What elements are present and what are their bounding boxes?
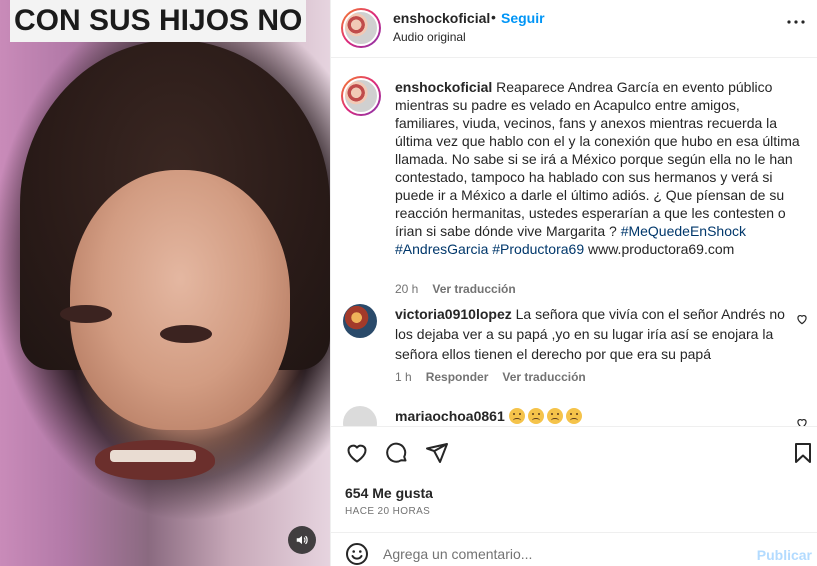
- header-separator: •: [491, 9, 496, 25]
- comments-list[interactable]: enshockoficial Reaparece Andrea García e…: [331, 58, 817, 426]
- media-face: [70, 170, 290, 430]
- sad-face-emoji-icon: [565, 408, 582, 424]
- commenter-avatar[interactable]: [343, 406, 377, 426]
- commenter-avatar[interactable]: [343, 304, 377, 338]
- post-media[interactable]: CON SUS HIJOS NO: [0, 0, 330, 566]
- comment-body: mariaochoa0861: [395, 406, 795, 426]
- audio-label[interactable]: Audio original: [393, 30, 466, 44]
- follow-button[interactable]: Seguir: [501, 10, 545, 26]
- media-teeth: [110, 450, 196, 462]
- comment-composer: Publicar: [331, 532, 817, 566]
- media-eye-left: [60, 305, 112, 323]
- caption-text: Reaparece Andrea García en evento públic…: [395, 79, 800, 239]
- caption-time: 20 h: [395, 282, 419, 296]
- author-username[interactable]: enshockoficial: [393, 10, 490, 26]
- sad-face-emoji-icon: [527, 408, 544, 424]
- author-avatar[interactable]: [341, 8, 381, 48]
- caption-username[interactable]: enshockoficial: [395, 79, 492, 95]
- post-timestamp[interactable]: HACE 20 HORAS: [345, 506, 430, 517]
- comment-username[interactable]: mariaochoa0861: [395, 408, 505, 424]
- speaker-icon: [296, 535, 308, 545]
- caption-meta: 20 h Ver traducción: [395, 282, 516, 296]
- caption-avatar[interactable]: [341, 76, 381, 116]
- comment-reply-link[interactable]: Responder: [426, 370, 489, 384]
- audio-toggle-button[interactable]: [288, 526, 316, 554]
- sad-face-emoji-icon: [508, 408, 525, 424]
- likes-count[interactable]: 654 Me gusta: [345, 485, 433, 501]
- video-caption-overlay: CON SUS HIJOS NO: [10, 0, 307, 42]
- comment-bubble-icon[interactable]: [385, 441, 409, 465]
- caption-link[interactable]: www.productora69.com: [588, 241, 734, 257]
- post-actions: 654 Me gusta HACE 20 HORAS: [331, 426, 817, 544]
- post-panel: enshockoficial • Seguir Audio original e…: [330, 0, 817, 566]
- comment-username[interactable]: victoria0910lopez: [395, 306, 512, 322]
- caption-translate-link[interactable]: Ver traducción: [432, 282, 515, 296]
- comment-body: victoria0910lopez La señora que vivía co…: [395, 304, 795, 364]
- comment-input[interactable]: [383, 541, 743, 566]
- comment-translate-link[interactable]: Ver traducción: [502, 370, 585, 384]
- more-options-button[interactable]: [784, 10, 808, 34]
- caption-body: enshockoficial Reaparece Andrea García e…: [395, 78, 805, 258]
- heart-icon[interactable]: [795, 312, 809, 326]
- like-heart-icon[interactable]: [345, 441, 369, 465]
- share-send-icon[interactable]: [425, 441, 449, 465]
- more-icon: [787, 20, 805, 24]
- post-header: enshockoficial • Seguir Audio original: [331, 0, 817, 58]
- comment-time: 1 h: [395, 370, 412, 384]
- heart-icon[interactable]: [795, 416, 809, 426]
- emoji-smile-icon[interactable]: [345, 542, 369, 566]
- sad-face-emoji-icon: [546, 408, 563, 424]
- post-comment-button[interactable]: Publicar: [757, 547, 812, 563]
- bookmark-icon[interactable]: [791, 441, 815, 465]
- media-eye-right: [160, 325, 212, 343]
- comment-meta: 1 h Responder Ver traducción: [395, 370, 586, 384]
